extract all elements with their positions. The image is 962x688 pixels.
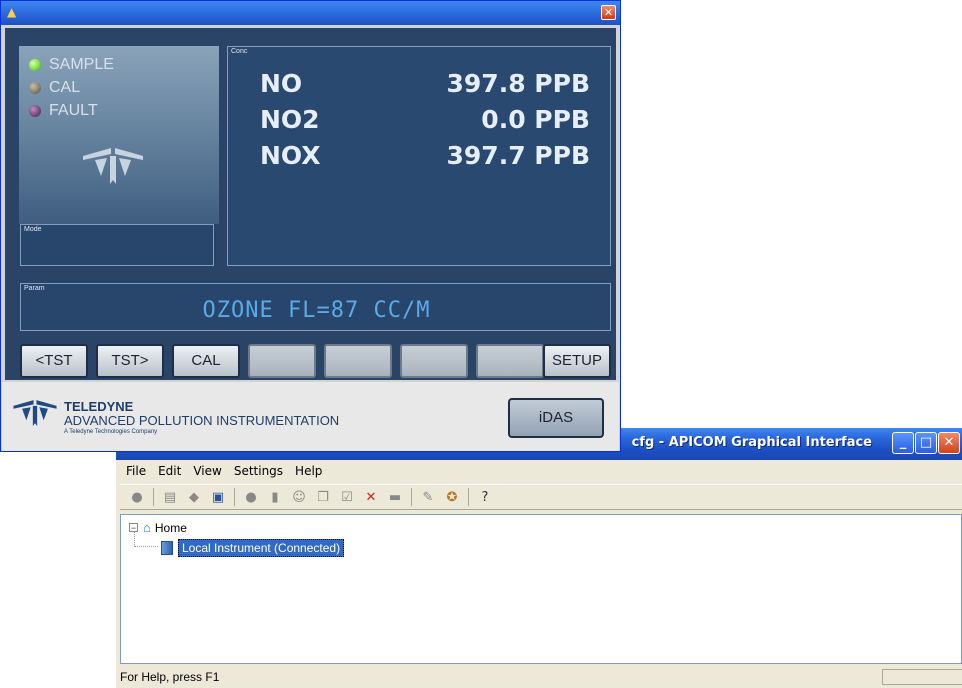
led-cal: CAL: [29, 79, 80, 97]
gas-name: NO: [260, 69, 303, 98]
instrument-icon: [161, 541, 173, 555]
tst-next-button[interactable]: TST>: [96, 344, 164, 378]
gas-value: 0.0 PPB: [481, 105, 590, 134]
blank-button-3[interactable]: [400, 344, 468, 378]
tree-item-label: Home: [154, 520, 187, 535]
apicom-window: cfg - APICOM Graphical Interface _ □ ✕ F…: [116, 428, 962, 688]
param-label: Param: [24, 285, 45, 292]
setup-button[interactable]: SETUP: [543, 344, 611, 378]
wrench-icon[interactable]: ✎: [417, 487, 439, 507]
led-label: FAULT: [49, 102, 98, 119]
brand-block: TELEDYNE ADVANCED POLLUTION INSTRUMENTAT…: [64, 400, 339, 435]
gas-value: 397.7 PPB: [446, 141, 590, 170]
param-value: OZONE FL=87 CC/M: [202, 298, 431, 323]
led-indicator-icon: [29, 105, 41, 117]
menu-view[interactable]: View: [187, 462, 227, 482]
front-panel-window: ▲ ✕ SAMPLE CAL FAULT Mode Conc NO 397.8 …: [0, 0, 621, 452]
front-titlebar[interactable]: ▲ ✕: [1, 1, 620, 25]
tree-item-label: Local Instrument (Connected): [178, 539, 345, 557]
led-label: CAL: [49, 79, 81, 96]
status-text: For Help, press F1: [120, 670, 220, 684]
close-button[interactable]: ✕: [601, 5, 616, 20]
minimize-button[interactable]: _: [892, 432, 914, 454]
instrument-tree[interactable]: − ⌂ Home Local Instrument (Connected): [120, 514, 962, 664]
new-icon[interactable]: ▤: [159, 487, 181, 507]
brand-tagline: A Teledyne Technologies Company: [64, 429, 158, 435]
tree-item-local-instrument[interactable]: Local Instrument (Connected): [161, 539, 345, 557]
front-footer: TELEDYNE ADVANCED POLLUTION INSTRUMENTAT…: [2, 382, 619, 451]
help-icon[interactable]: ?: [474, 487, 496, 507]
led-label: SAMPLE: [49, 56, 114, 73]
front-panel-display: SAMPLE CAL FAULT Mode Conc NO 397.8 PPB …: [5, 28, 616, 380]
gas-name: NOX: [260, 141, 321, 170]
settings-icon[interactable]: ✪: [441, 487, 463, 507]
function-buttons: <TST TST> CAL SETUP: [20, 344, 615, 380]
home-icon: ⌂: [143, 520, 151, 535]
brand-subtitle: ADVANCED POLLUTION INSTRUMENTATION: [64, 413, 340, 428]
instrument-icon[interactable]: ▮: [264, 487, 286, 507]
teledyne-logo-icon: [83, 148, 143, 184]
app-icon: ▲: [7, 5, 17, 19]
status-bar: For Help, press F1: [116, 666, 962, 688]
toolbar-separator: [411, 488, 412, 506]
gas-name: NO2: [260, 105, 320, 134]
conc-label: Conc: [231, 48, 248, 55]
blank-button-4[interactable]: [476, 344, 544, 378]
toolbar-separator: [468, 488, 469, 506]
status-leds-panel: SAMPLE CAL FAULT: [19, 46, 219, 224]
erase-icon[interactable]: ▬: [384, 487, 406, 507]
led-sample: SAMPLE: [29, 56, 114, 74]
toolbar: ● ▤ ◆ ▣ ● ▮ ☺ ❐ ☑ ✕ ▬ ✎ ✪ ?: [120, 484, 962, 510]
copy-icon[interactable]: ❐: [312, 487, 334, 507]
led-indicator-icon: [29, 59, 41, 71]
menu-file[interactable]: File: [120, 462, 152, 482]
brand-name: TELEDYNE: [64, 399, 134, 414]
menu-edit[interactable]: Edit: [152, 462, 187, 482]
tree-connector: [134, 546, 158, 548]
toolbar-separator: [234, 488, 235, 506]
checklist-icon[interactable]: ☑: [336, 487, 358, 507]
gas-value: 397.8 PPB: [446, 69, 590, 98]
tree-connector: [134, 531, 136, 547]
tree-item-home[interactable]: − ⌂ Home: [129, 520, 187, 535]
toolbar-separator: [153, 488, 154, 506]
param-field: Param OZONE FL=87 CC/M: [20, 283, 611, 331]
idas-button[interactable]: iDAS: [508, 398, 604, 438]
connect-icon[interactable]: ●: [126, 487, 148, 507]
blank-button-2[interactable]: [324, 344, 392, 378]
save-icon[interactable]: ▣: [207, 487, 229, 507]
users-icon[interactable]: ☺: [288, 487, 310, 507]
disconnect-icon[interactable]: ●: [240, 487, 262, 507]
led-fault: FAULT: [29, 102, 98, 120]
conc-row-nox: NOX 397.7 PPB: [260, 141, 590, 175]
conc-row-no: NO 397.8 PPB: [260, 69, 590, 103]
maximize-button[interactable]: □: [915, 432, 937, 454]
teledyne-logo-icon: [13, 400, 57, 426]
apicom-window-title: cfg - APICOM Graphical Interface: [631, 435, 872, 450]
open-icon[interactable]: ◆: [183, 487, 205, 507]
menu-help[interactable]: Help: [289, 462, 328, 482]
delete-icon[interactable]: ✕: [360, 487, 382, 507]
conc-row-no2: NO2 0.0 PPB: [260, 105, 590, 139]
menu-settings[interactable]: Settings: [228, 462, 289, 482]
menu-bar: File Edit View Settings Help: [120, 462, 328, 482]
cal-button[interactable]: CAL: [172, 344, 240, 378]
led-indicator-icon: [29, 82, 41, 94]
concentration-display: Conc NO 397.8 PPB NO2 0.0 PPB NOX 397.7 …: [227, 46, 611, 266]
mode-label: Mode: [24, 226, 42, 233]
tst-prev-button[interactable]: <TST: [20, 344, 88, 378]
blank-button-1[interactable]: [248, 344, 316, 378]
close-button[interactable]: ✕: [938, 432, 960, 454]
status-pane: [882, 669, 962, 685]
mode-field: Mode: [20, 224, 214, 266]
